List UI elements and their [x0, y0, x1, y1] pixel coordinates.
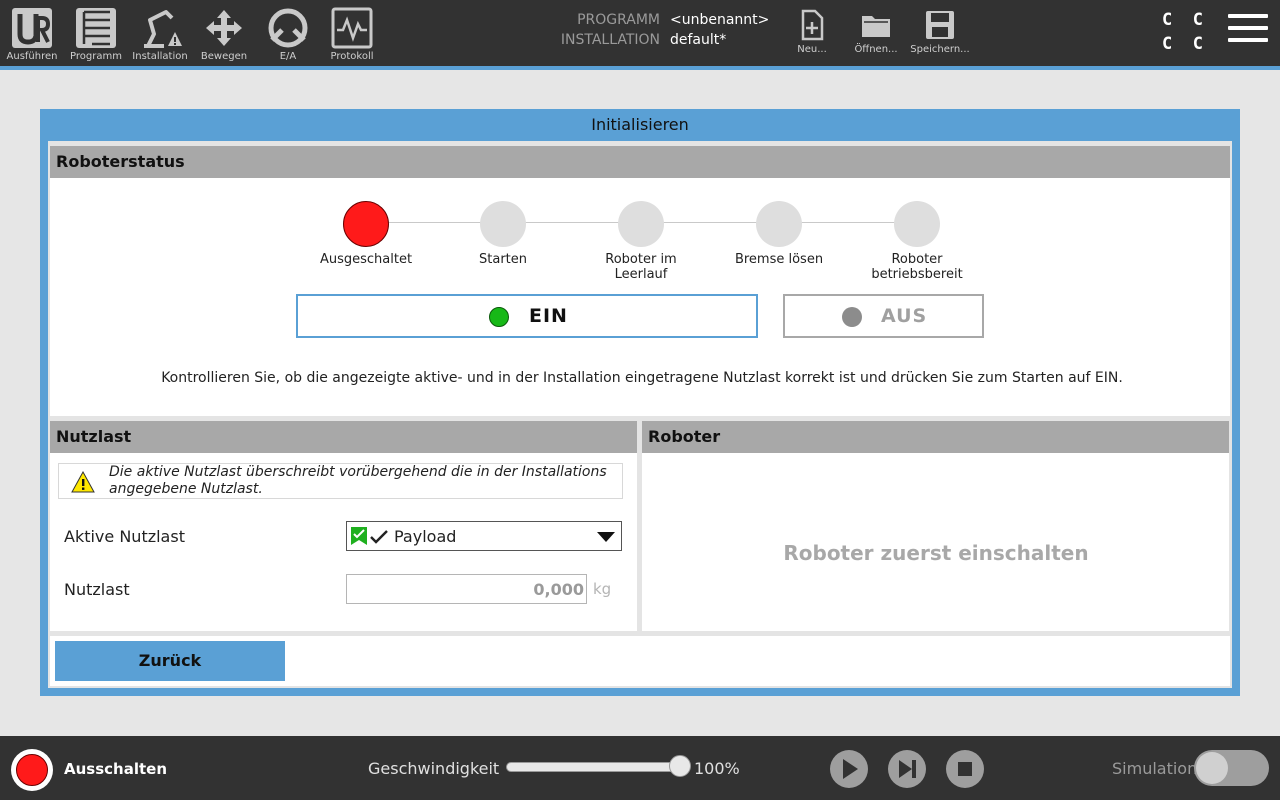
dialog-footer: Zurück: [50, 636, 1230, 686]
open-folder-icon: [862, 16, 890, 37]
installation-label: INSTALLATION: [560, 32, 660, 48]
save-label: Speichern...: [910, 44, 970, 55]
program-tree-icon: [76, 8, 116, 48]
hamburger-menu-icon[interactable]: [1228, 14, 1268, 48]
power-off-label: AUS: [881, 305, 928, 327]
nav-installation[interactable]: Installation: [130, 4, 190, 64]
robot-message: Roboter zuerst einschalten: [783, 541, 1089, 565]
nav-installation-label: Installation: [132, 51, 188, 62]
play-icon: [843, 759, 858, 779]
nav-move[interactable]: Bewegen: [194, 4, 254, 64]
checkmark-icon: [370, 530, 388, 544]
cc-4: C: [1192, 34, 1203, 54]
payload-header: Nutzlast: [50, 421, 637, 453]
green-status-dot-icon: [489, 307, 509, 327]
simulation-toggle-knob: [1196, 752, 1228, 784]
log-icon: [331, 7, 373, 49]
installation-value: default*: [670, 32, 727, 48]
nav-program-label: Programm: [70, 51, 122, 62]
power-on-button[interactable]: EIN: [296, 294, 758, 338]
payload-warning-box: Die aktive Nutzlast überschreibt vorüber…: [58, 463, 623, 499]
io-icon: [268, 8, 308, 48]
grey-status-dot-icon: [842, 307, 862, 327]
payload-mass-label: Nutzlast: [64, 580, 130, 599]
simulation-toggle[interactable]: [1194, 750, 1269, 786]
chevron-down-icon: [597, 532, 615, 542]
open-button[interactable]: Öffnen...: [844, 6, 908, 62]
step-circle-release-brake: [756, 201, 802, 247]
speed-label: Geschwindigkeit: [368, 759, 500, 778]
step-circle-powered-off: [343, 201, 389, 247]
step-label-powered-off: Ausgeschaltet: [319, 252, 413, 267]
step-circle-starting: [480, 201, 526, 247]
initialize-dialog: Initialisieren Roboterstatus Ausgeschalt…: [40, 109, 1240, 696]
speed-value: 100%: [694, 759, 740, 778]
active-payload-dropdown[interactable]: Payload: [346, 521, 622, 551]
cc-2: C: [1192, 10, 1203, 30]
step-label-ready: Roboter betriebsbereit: [871, 252, 963, 282]
top-bar-accent: [0, 66, 1280, 70]
payload-bookmark-check-icon: [351, 527, 367, 545]
program-value: <unbenannt>: [670, 12, 770, 28]
payload-mass-value: 0,000: [533, 580, 584, 599]
top-bar: Ausführen Programm Installation Bewegen …: [0, 0, 1280, 66]
stop-button[interactable]: [946, 750, 984, 788]
payload-section: Nutzlast Die aktive Nutzlast überschreib…: [50, 421, 637, 631]
nav-move-label: Bewegen: [200, 51, 248, 62]
robot-section: Roboter Roboter zuerst einschalten: [642, 421, 1229, 631]
nav-io[interactable]: E/A: [258, 4, 318, 64]
power-off-button[interactable]: AUS: [783, 294, 984, 338]
new-button[interactable]: Neu...: [780, 6, 844, 62]
payload-unit: kg: [593, 580, 612, 598]
step-label-starting: Starten: [479, 252, 527, 267]
active-payload-value: Payload: [394, 527, 457, 546]
payload-warning-text: Die aktive Nutzlast überschreibt vorüber…: [109, 464, 607, 497]
robot-status-header: Roboterstatus: [50, 146, 1230, 178]
nav-io-label: E/A: [279, 51, 297, 62]
instruction-text: Kontrollieren Sie, ob die angezeigte akt…: [161, 370, 1123, 386]
ur-logo-icon: [12, 8, 52, 48]
dialog-body: Roboterstatus Ausgeschaltet Starten Robo…: [48, 141, 1232, 688]
new-file-icon: [801, 9, 824, 41]
cc-3: C: [1162, 34, 1173, 54]
simulation-label: Simulation: [1112, 759, 1198, 778]
program-label: PROGRAMM: [577, 12, 660, 28]
nav-log-label: Protokoll: [330, 51, 374, 62]
step-forward-icon: [899, 760, 916, 778]
speed-slider-knob[interactable]: [669, 755, 691, 777]
step-circle-ready: [894, 201, 940, 247]
nav-program[interactable]: Programm: [66, 4, 126, 64]
step-label-release-brake: Bremse lösen: [734, 252, 824, 267]
play-button[interactable]: [830, 750, 868, 788]
save-disk-icon: [926, 11, 954, 39]
dialog-title: Initialisieren: [591, 115, 689, 134]
step-button[interactable]: [888, 750, 926, 788]
power-state-label[interactable]: Ausschalten: [64, 760, 167, 778]
new-label: Neu...: [797, 44, 827, 55]
power-red-icon: [16, 754, 48, 786]
robot-status-section: Roboterstatus Ausgeschaltet Starten Robo…: [50, 146, 1230, 416]
stop-icon: [958, 762, 972, 776]
cc-indicator: C C C C: [1162, 8, 1212, 56]
step-circle-idle: [618, 201, 664, 247]
move-arrows-icon: [206, 10, 242, 46]
speed-slider-track[interactable]: [506, 762, 682, 772]
back-button[interactable]: Zurück: [55, 641, 285, 681]
power-on-label: EIN: [529, 305, 568, 327]
bottom-bar: Ausschalten Geschwindigkeit 100% Simulat…: [0, 736, 1280, 800]
open-label: Öffnen...: [854, 44, 898, 55]
cc-1: C: [1162, 10, 1173, 30]
save-button[interactable]: Speichern...: [908, 6, 972, 62]
nav-run[interactable]: Ausführen: [2, 4, 62, 64]
active-payload-label: Aktive Nutzlast: [64, 527, 185, 546]
warning-icon: [71, 471, 95, 493]
nav-log[interactable]: Protokoll: [322, 4, 382, 64]
robot-header: Roboter: [642, 421, 1229, 453]
installation-robot-icon: [144, 10, 182, 48]
power-off-indicator-button[interactable]: [11, 749, 53, 791]
payload-mass-field[interactable]: 0,000: [346, 574, 587, 604]
step-label-idle: Roboter im Leerlauf: [605, 252, 677, 282]
nav-run-label: Ausführen: [6, 51, 58, 62]
